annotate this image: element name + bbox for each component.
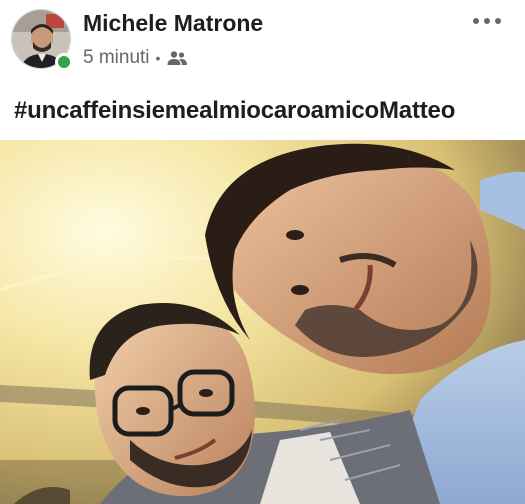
online-status-indicator bbox=[55, 53, 73, 71]
post-photo[interactable] bbox=[0, 140, 525, 504]
author-avatar[interactable] bbox=[11, 9, 73, 71]
post-header: Michele Matrone 5 minuti • bbox=[0, 0, 525, 82]
more-dot bbox=[473, 18, 479, 24]
post-caption: #uncaffeinsiemealmiocaroamicoMatteo bbox=[14, 97, 456, 124]
post-timestamp[interactable]: 5 minuti bbox=[83, 47, 150, 69]
more-options-icon[interactable] bbox=[470, 10, 504, 32]
post-meta: 5 minuti • bbox=[83, 47, 188, 69]
more-dot bbox=[495, 18, 501, 24]
meta-separator: • bbox=[155, 50, 161, 66]
author-name[interactable]: Michele Matrone bbox=[83, 10, 263, 37]
friends-icon[interactable] bbox=[166, 50, 188, 66]
selfie-photo-icon bbox=[0, 140, 525, 504]
more-dot bbox=[484, 18, 490, 24]
